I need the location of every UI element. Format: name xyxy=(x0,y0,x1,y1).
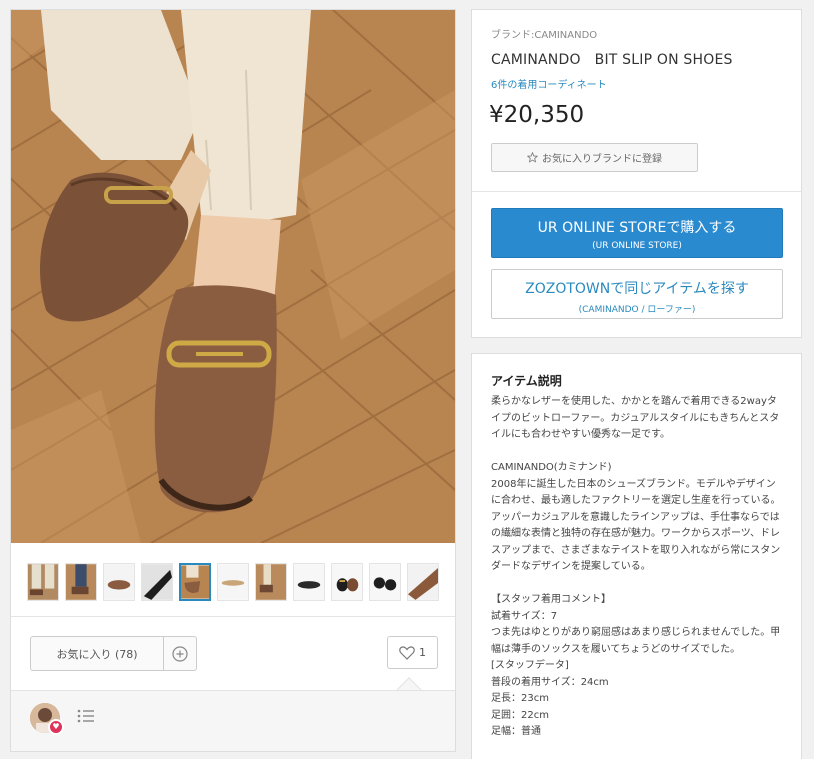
thumbnail[interactable] xyxy=(407,563,439,601)
like-count: 1 xyxy=(419,646,426,659)
star-icon xyxy=(527,152,538,163)
loafers-photo xyxy=(11,10,455,543)
description-paragraph: 足長：23cm xyxy=(491,693,549,704)
heart-badge-icon: ♥ xyxy=(48,719,64,735)
thumbnail[interactable] xyxy=(369,563,401,601)
main-product-image[interactable] xyxy=(11,10,455,543)
description-paragraph: [スタッフデータ] xyxy=(491,660,569,671)
plus-circle-icon xyxy=(172,645,188,662)
description-paragraph: 足囲：22cm xyxy=(491,709,549,721)
coordinate-link[interactable]: 6件の着用コーディネート xyxy=(491,76,607,91)
liked-users-bar: ♥ xyxy=(11,690,455,751)
description-paragraph: 普段の着用サイズ：24cm xyxy=(491,676,609,688)
brand-link[interactable]: ブランド:CAMINANDO xyxy=(491,26,597,41)
heart-icon xyxy=(399,645,415,660)
product-info-card: ブランド:CAMINANDO CAMINANDO BIT SLIP ON SHO… xyxy=(471,9,802,338)
zozotown-button-label: ZOZOTOWNで同じアイテムを探す xyxy=(525,281,749,297)
buy-button[interactable]: UR ONLINE STOREで購入する (UR ONLINE STORE) xyxy=(491,208,783,258)
zozotown-search-button[interactable]: ZOZOTOWNで同じアイテムを探す (CAMINANDO / ローファー) xyxy=(491,269,783,319)
list-icon[interactable] xyxy=(77,708,95,724)
product-price: ¥20,350 xyxy=(489,102,585,128)
description-spacer xyxy=(491,576,783,593)
description-paragraph: 【スタッフ着用コメント】 xyxy=(491,594,611,605)
thumbnail[interactable] xyxy=(331,563,363,601)
description-paragraph: CAMINANDO(カミナンド) xyxy=(491,462,612,473)
description-spacer xyxy=(491,444,783,461)
thumbnail-strip xyxy=(27,563,455,603)
description-paragraph: 柔らかなレザーを使用した、かかとを踏んで着用できる2wayタイプのビットローファ… xyxy=(491,396,780,440)
description-body: 柔らかなレザーを使用した、かかとを踏んで着用できる2wayタイプのビットローファ… xyxy=(491,394,783,741)
description-paragraph: 足幅：普通 xyxy=(491,726,541,737)
thumbnail[interactable] xyxy=(103,563,135,601)
thumbnail[interactable] xyxy=(293,563,325,601)
description-paragraph: 試着サイズ：7 xyxy=(491,610,558,622)
favorite-brand-button[interactable]: お気に入りブランドに登録 xyxy=(491,143,698,172)
thumbnail[interactable] xyxy=(65,563,97,601)
divider xyxy=(472,191,801,192)
favorite-label: お気に入り (78) xyxy=(56,647,138,661)
thumbnail[interactable] xyxy=(217,563,249,601)
add-to-list-button[interactable] xyxy=(163,636,197,671)
item-description-card: アイテム説明 柔らかなレザーを使用した、かかとを踏んで着用できる2wayタイプの… xyxy=(471,353,802,759)
description-paragraph: 2008年に誕生した日本のシューズブランド。モデルやデザインに合わせ、最も適した… xyxy=(491,478,781,573)
favorite-button[interactable]: お気に入り (78) xyxy=(30,636,164,671)
thumbnail[interactable] xyxy=(255,563,287,601)
description-heading: アイテム説明 xyxy=(491,374,562,388)
product-title: CAMINANDO BIT SLIP ON SHOES xyxy=(491,52,733,68)
zozotown-button-category: (CAMINANDO / ローファー) xyxy=(578,305,696,315)
favorite-brand-label: お気に入りブランドに登録 xyxy=(542,154,662,165)
buy-button-store: (UR ONLINE STORE) xyxy=(592,241,682,251)
buy-button-label: UR ONLINE STOREで購入する xyxy=(537,220,737,236)
thumbnail[interactable] xyxy=(27,563,59,601)
thumbnail-active[interactable] xyxy=(179,563,211,601)
like-button[interactable]: 1 xyxy=(387,636,438,669)
product-gallery-card: お気に入り (78) 1 ♥ xyxy=(10,9,456,752)
description-paragraph: つま先はゆとりがあり窮屈感はあまり感じられませんでした。甲幅は薄手のソックスを履… xyxy=(491,627,781,655)
thumbnail[interactable] xyxy=(141,563,173,601)
divider xyxy=(11,616,455,617)
